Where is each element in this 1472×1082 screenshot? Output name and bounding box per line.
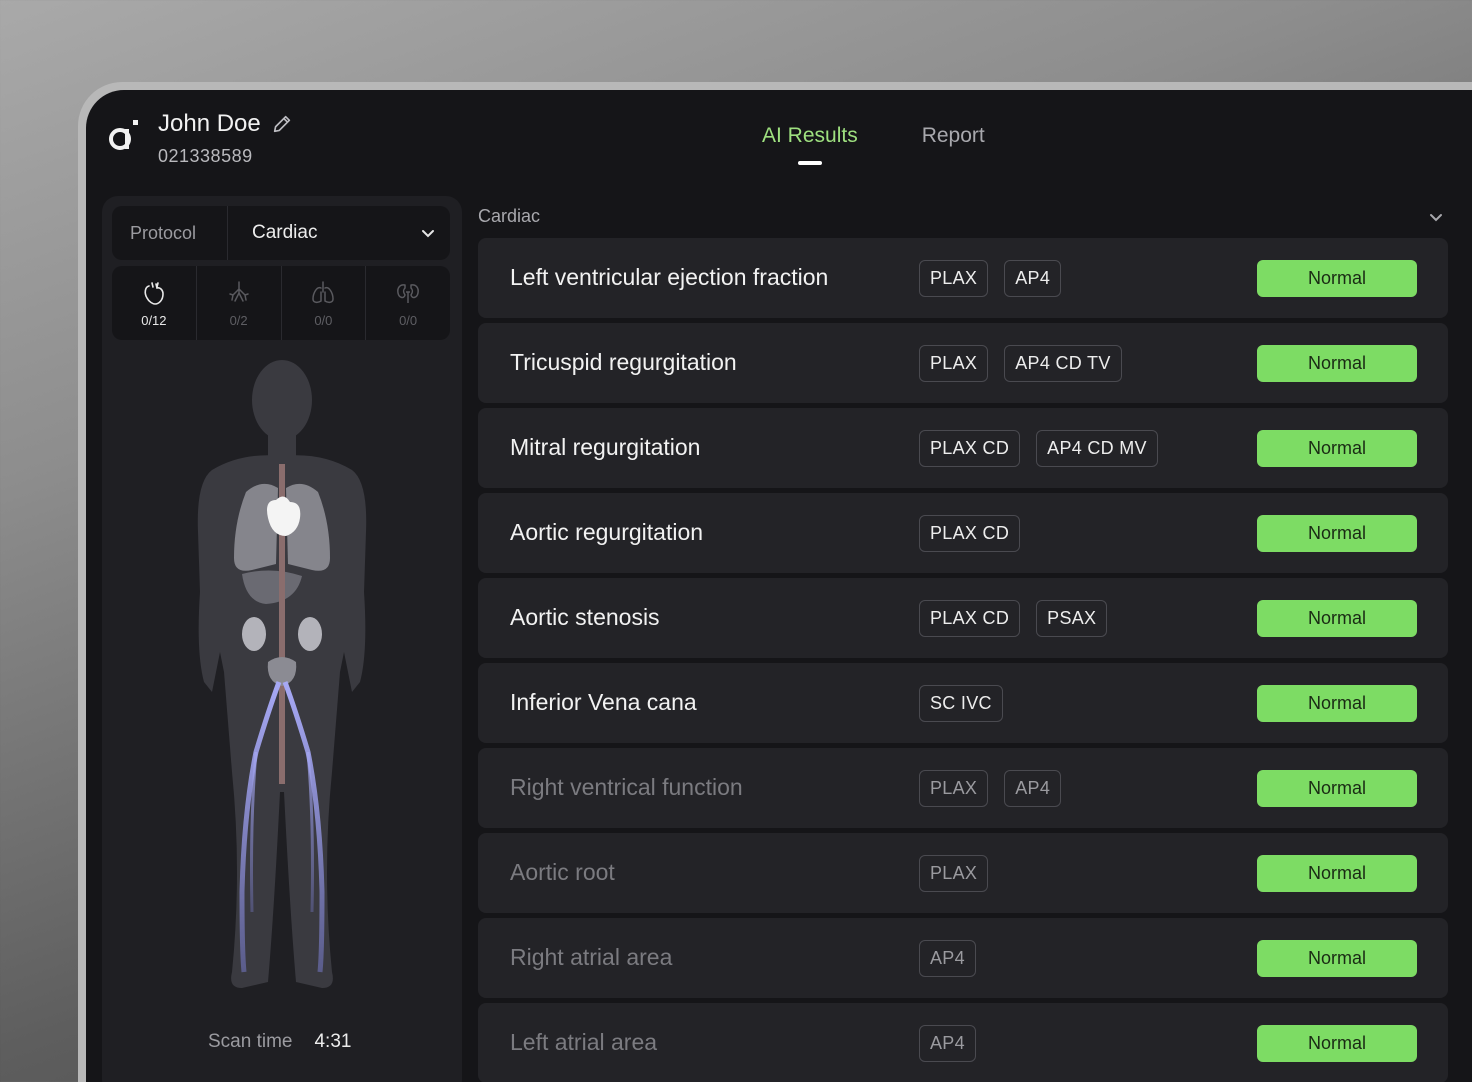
view-tags: PLAX CD PSAX xyxy=(919,600,1108,637)
scan-time: Scan time 4:31 xyxy=(208,1031,351,1053)
result-name: Left ventricular ejection fraction xyxy=(510,264,829,290)
app-logo xyxy=(109,120,138,150)
patient-name: John Doe xyxy=(158,110,293,138)
status-badge[interactable]: Normal xyxy=(1257,770,1417,807)
result-name: Right atrial area xyxy=(510,944,673,970)
chevron-down-icon[interactable] xyxy=(1428,209,1444,225)
status-badge[interactable]: Normal xyxy=(1257,345,1417,382)
result-name: Tricuspid regurgitation xyxy=(510,349,737,375)
view-tag[interactable]: SC IVC xyxy=(919,685,1003,722)
result-name: Right ventrical function xyxy=(510,774,743,800)
view-tags: PLAX AP4 xyxy=(919,770,1062,807)
result-row[interactable]: Aortic root PLAX Normal xyxy=(478,833,1448,913)
result-name: Aortic root xyxy=(510,859,615,885)
view-tag[interactable]: AP4 xyxy=(1004,770,1062,807)
organ-count-bronchi: 0/2 xyxy=(229,312,248,328)
view-tag[interactable]: AP4 xyxy=(919,1025,976,1062)
main-tabs: AI Results Report xyxy=(762,124,985,148)
protocol-value: Cardiac xyxy=(252,222,318,243)
view-tags: PLAX CD xyxy=(919,515,1021,552)
view-tag[interactable]: AP4 xyxy=(919,940,976,977)
scan-time-value: 4:31 xyxy=(314,1031,352,1052)
status-badge[interactable]: Normal xyxy=(1257,515,1417,552)
view-tags: PLAX AP4 xyxy=(919,260,1062,297)
body-anatomy-illustration xyxy=(197,360,367,989)
scan-time-label: Scan time xyxy=(208,1031,293,1052)
app-screen: John Doe 021338589 AI Results Report Pro… xyxy=(86,90,1472,1082)
result-row[interactable]: Left atrial area AP4 Normal xyxy=(478,1003,1448,1082)
result-row[interactable]: Tricuspid regurgitation PLAX AP4 CD TV Norm… xyxy=(478,323,1448,403)
result-row[interactable]: Left ventricular ejection fraction PLAX AP… xyxy=(478,238,1448,318)
patient-name-text: John Doe xyxy=(158,110,261,137)
status-badge[interactable]: Normal xyxy=(1257,855,1417,892)
section-header[interactable]: Cardiac xyxy=(478,206,1444,227)
organ-tab-kidneys[interactable]: 0/0 xyxy=(366,266,450,340)
chevron-down-icon xyxy=(422,230,434,238)
view-tag[interactable]: PLAX xyxy=(919,260,989,297)
lungs-icon xyxy=(312,280,335,303)
protocol-select[interactable]: Protocol Cardiac xyxy=(112,206,450,260)
view-tag[interactable]: PLAX xyxy=(919,855,989,892)
view-tag[interactable]: AP4 xyxy=(1004,260,1062,297)
view-tag[interactable]: PLAX CD xyxy=(919,515,1021,552)
status-badge[interactable]: Normal xyxy=(1257,1025,1417,1062)
organ-tab-heart[interactable]: 0/12 xyxy=(112,266,197,340)
view-tag[interactable]: PLAX CD xyxy=(919,430,1021,467)
tab-report[interactable]: Report xyxy=(922,124,985,148)
lungs-bronchi-icon xyxy=(228,280,249,302)
status-badge[interactable]: Normal xyxy=(1257,600,1417,637)
organ-count-heart: 0/12 xyxy=(141,312,167,328)
kidneys-icon xyxy=(397,283,420,303)
organ-count-kidneys: 0/0 xyxy=(399,312,418,328)
patient-id: 021338589 xyxy=(158,146,253,166)
results-list: Left ventricular ejection fraction PLAX AP… xyxy=(478,238,1448,1082)
view-tag[interactable]: PLAX xyxy=(919,770,989,807)
result-name: Aortic stenosis xyxy=(510,604,660,630)
result-row[interactable]: Right ventrical function PLAX AP4 Normal xyxy=(478,748,1448,828)
result-row[interactable]: Mitral regurgitation PLAX CD AP4 CD MV Norm… xyxy=(478,408,1448,488)
result-name: Inferior Vena cana xyxy=(510,689,697,715)
heart-icon xyxy=(144,281,164,305)
view-tags: AP4 xyxy=(919,1025,976,1062)
result-row[interactable]: Aortic stenosis PLAX CD PSAX Normal xyxy=(478,578,1448,658)
organ-tab-lungs[interactable]: 0/0 xyxy=(282,266,367,340)
result-row[interactable]: Aortic regurgitation PLAX CD Normal xyxy=(478,493,1448,573)
left-panel: Protocol Cardiac 0/12 0/2 0/0 0/0 Scan t… xyxy=(102,196,462,1082)
status-badge[interactable]: Normal xyxy=(1257,430,1417,467)
result-name: Aortic regurgitation xyxy=(510,519,704,545)
organ-selector: 0/12 0/2 0/0 0/0 xyxy=(112,266,450,340)
view-tag[interactable]: PLAX xyxy=(919,345,989,382)
view-tags: PLAX AP4 CD TV xyxy=(919,345,1122,382)
result-row[interactable]: Inferior Vena cana SC IVC Normal xyxy=(478,663,1448,743)
result-name: Left atrial area xyxy=(510,1029,658,1055)
section-title: Cardiac xyxy=(478,206,541,226)
status-badge[interactable]: Normal xyxy=(1257,940,1417,977)
view-tag[interactable]: PSAX xyxy=(1036,600,1108,637)
result-name: Mitral regurgitation xyxy=(510,434,701,460)
view-tag[interactable]: AP4 CD MV xyxy=(1036,430,1158,467)
status-badge[interactable]: Normal xyxy=(1257,685,1417,722)
view-tags: SC IVC xyxy=(919,685,1003,722)
edit-pencil-icon[interactable] xyxy=(271,113,293,135)
protocol-label: Protocol xyxy=(112,206,228,260)
tab-ai-results[interactable]: AI Results xyxy=(762,124,858,148)
status-badge[interactable]: Normal xyxy=(1257,260,1417,297)
view-tag[interactable]: PLAX CD xyxy=(919,600,1021,637)
view-tags: PLAX xyxy=(919,855,989,892)
view-tags: AP4 xyxy=(919,940,976,977)
result-row[interactable]: Right atrial area AP4 Normal xyxy=(478,918,1448,998)
organ-count-lungs: 0/0 xyxy=(314,312,333,328)
view-tags: PLAX CD AP4 CD MV xyxy=(919,430,1158,467)
organ-tab-bronchi[interactable]: 0/2 xyxy=(197,266,282,340)
view-tag[interactable]: AP4 CD TV xyxy=(1004,345,1122,382)
